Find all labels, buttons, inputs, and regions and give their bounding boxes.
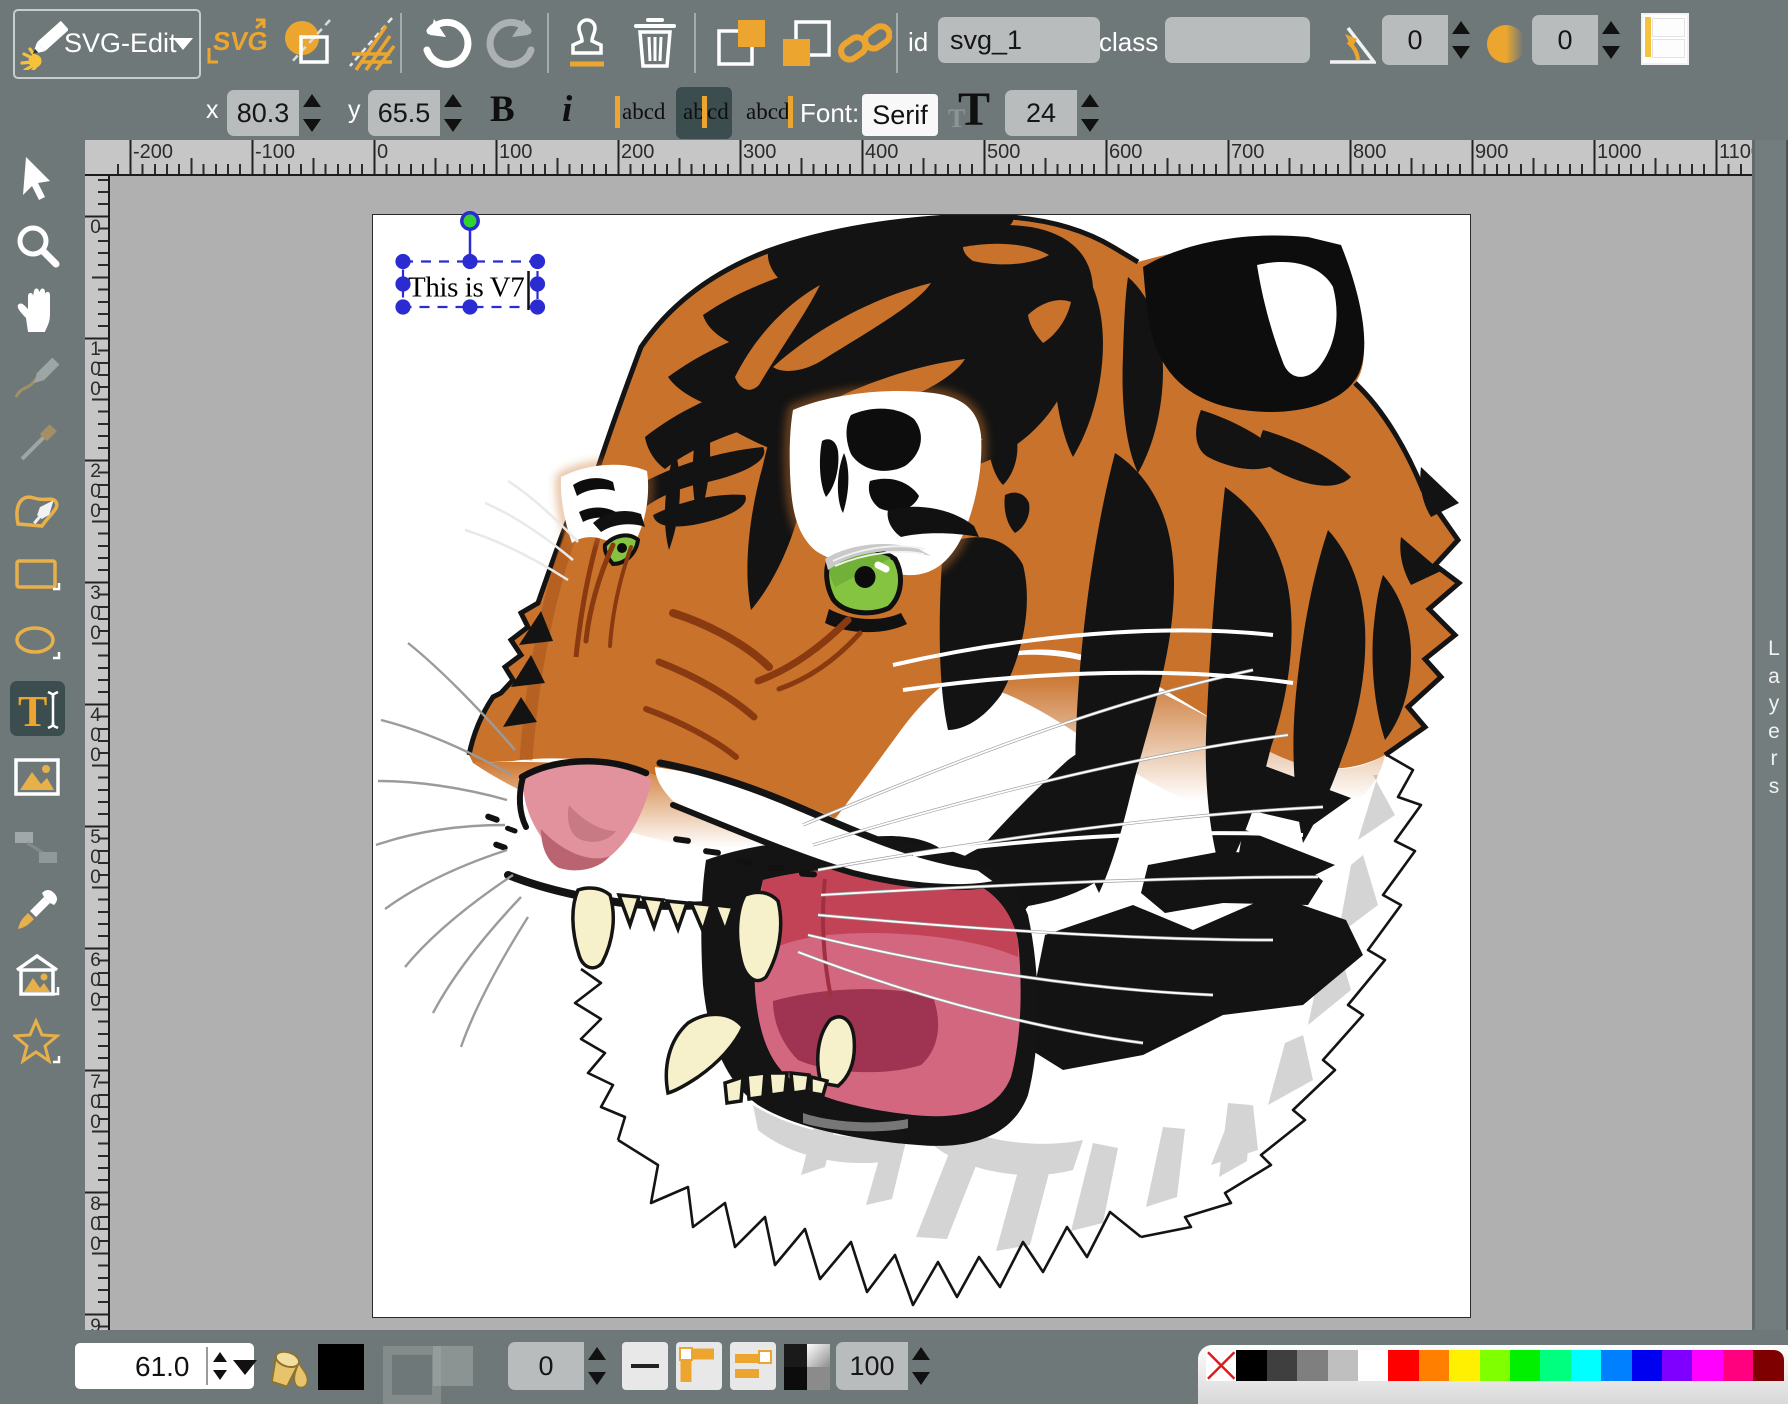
svg-text:This is V7: This is V7 <box>408 272 524 304</box>
